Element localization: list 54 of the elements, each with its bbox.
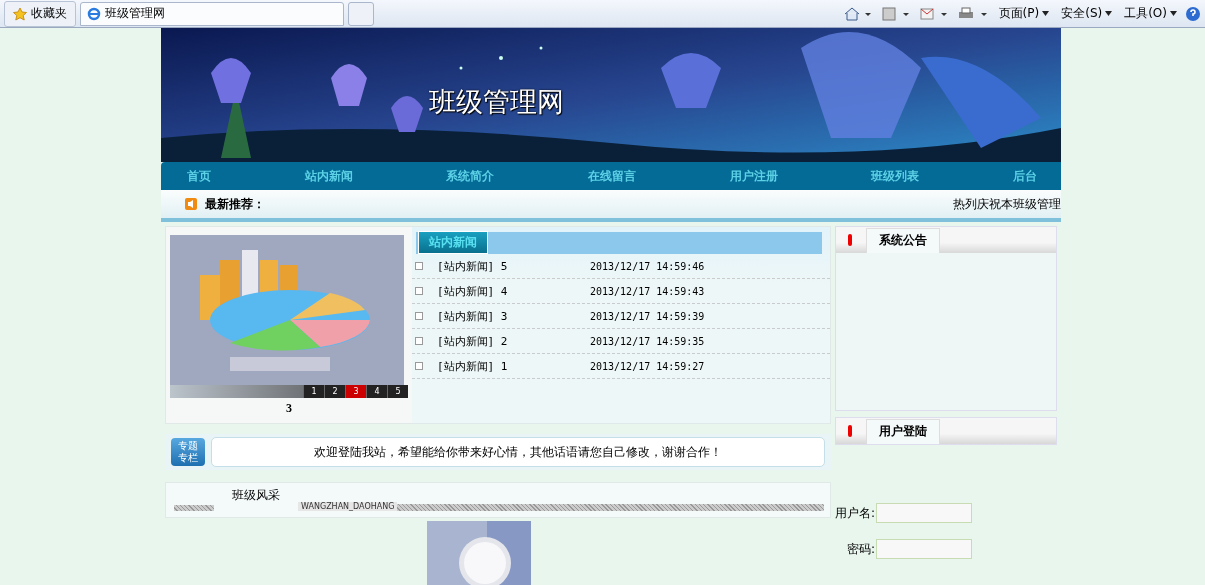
- toolbar-menu[interactable]: 工具(O): [1120, 5, 1181, 22]
- feed-icon: [881, 6, 910, 21]
- slide-page-button[interactable]: 3: [345, 385, 366, 398]
- slide-page-button[interactable]: 5: [387, 385, 408, 398]
- pin-icon: [848, 234, 852, 246]
- slide-page-button[interactable]: 2: [324, 385, 345, 398]
- news-link[interactable]: [站内新闻] 4: [437, 283, 590, 299]
- toolbar-menu[interactable]: 页面(P): [994, 5, 1054, 22]
- news-time: 2013/12/17 14:59:35: [590, 335, 705, 347]
- news-link[interactable]: [站内新闻] 2: [437, 333, 590, 349]
- news-time: 2013/12/17 14:59:43: [590, 285, 705, 297]
- field-label: 密码:: [846, 540, 875, 558]
- news-time: 2013/12/17 14:59:39: [590, 310, 705, 322]
- new-tab-button[interactable]: [348, 1, 374, 26]
- panel-title: 用户登陆: [866, 419, 940, 444]
- slide-caption: 3: [285, 401, 293, 416]
- speaker-icon: [185, 198, 197, 210]
- caret-icon: [1170, 11, 1177, 16]
- bullet-icon: [415, 337, 423, 345]
- site-title: 班级管理网: [429, 85, 564, 119]
- pin-icon: [848, 425, 852, 437]
- caret-icon: [1105, 11, 1113, 16]
- panel-title: 系统公告: [866, 228, 940, 253]
- browser-tab[interactable]: 班级管理网: [80, 1, 344, 26]
- welcome-message: 欢迎登陆我站，希望能给你带来好心情，其他话语请您自己修改，谢谢合作！: [211, 437, 825, 467]
- section-title: 班级风采: [232, 486, 280, 504]
- news-link[interactable]: [站内新闻] 1: [437, 358, 590, 374]
- star-icon: [13, 6, 27, 21]
- stripe-decoration: [174, 505, 214, 511]
- news-link[interactable]: [站内新闻] 3: [437, 308, 590, 324]
- bullet-icon: [415, 262, 423, 270]
- mail-icon: [919, 6, 948, 21]
- ticker-label: 最新推荐：: [205, 195, 265, 213]
- section-subtitle: WANGZHAN_DAOHANG: [298, 502, 398, 511]
- home-icon: [843, 6, 872, 21]
- news-time: 2013/12/17 14:59:27: [590, 360, 705, 372]
- input-field[interactable]: [876, 503, 972, 523]
- bullet-icon: [415, 312, 423, 320]
- news-link[interactable]: [站内新闻] 5: [437, 258, 590, 274]
- toolbar-menu[interactable]: 安全(S): [1057, 5, 1117, 22]
- caret-icon: [1042, 11, 1050, 16]
- bullet-icon: [415, 362, 423, 370]
- slide-page-button[interactable]: 4: [366, 385, 387, 398]
- input-field[interactable]: [876, 539, 972, 559]
- news-time: 2013/12/17 14:59:46: [590, 260, 705, 272]
- ticker-text: 热列庆祝本班级管理: [953, 195, 1061, 213]
- field-label: 用户名:: [834, 504, 875, 522]
- slide-page-button[interactable]: 1: [303, 385, 324, 398]
- printer-icon: [957, 6, 988, 21]
- bullet-icon: [415, 287, 423, 295]
- topic-badge: 专题 专栏: [171, 438, 205, 466]
- browser-logo-icon: [87, 6, 101, 21]
- favorites-button[interactable]: 收藏夹: [4, 0, 76, 27]
- help-icon[interactable]: [1185, 5, 1201, 22]
